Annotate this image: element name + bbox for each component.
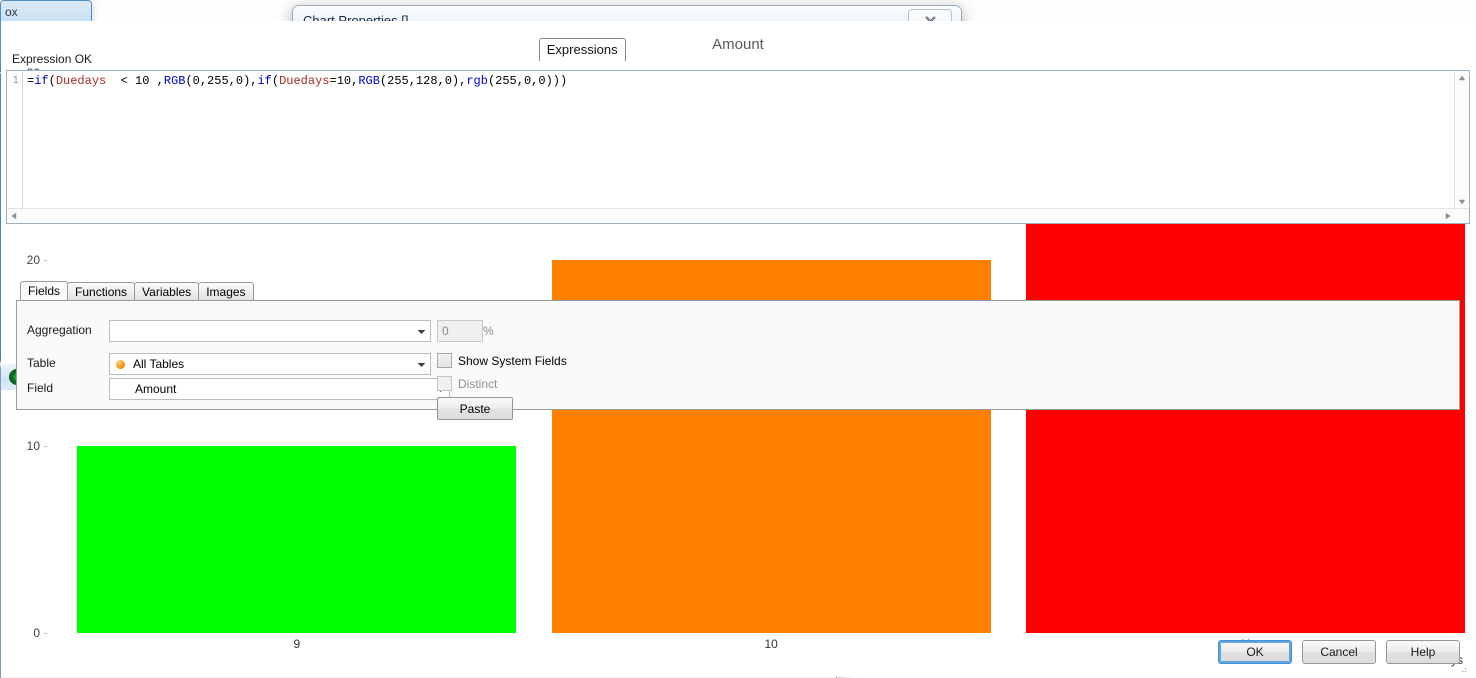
- aggregation-percent-input[interactable]: 0: [437, 320, 483, 342]
- builder-tabstrip: Fields Functions Variables Images: [16, 280, 1460, 300]
- expression-code[interactable]: =if(Duedays < 10 ,RGB(0,255,0),if(Dueday…: [27, 74, 1453, 88]
- distinct-checkbox[interactable]: Distinct: [437, 376, 497, 391]
- chevron-down-icon: [417, 357, 426, 371]
- expression-editor[interactable]: 1 =if(Duedays < 10 ,RGB(0,255,0),if(Dued…: [6, 70, 1470, 224]
- scroll-left-arrow-icon[interactable]: [9, 211, 19, 221]
- distinct-label: Distinct: [458, 376, 498, 391]
- edit-expression-window: Edit Expression: [0, 52, 1470, 678]
- paste-button[interactable]: Paste: [437, 397, 513, 420]
- resize-grip-icon[interactable]: [1457, 660, 1467, 673]
- show-system-fields-label: Show System Fields: [458, 353, 567, 368]
- table-select[interactable]: All Tables: [109, 353, 431, 375]
- editor-line-numbers: 1: [7, 71, 23, 223]
- field-label: Field: [27, 381, 54, 395]
- help-button[interactable]: Help: [1386, 640, 1460, 664]
- table-label: Table: [27, 356, 56, 370]
- expression-builder-panel: Fields Functions Variables Images Aggreg…: [16, 280, 1460, 420]
- field-value: Amount: [135, 382, 177, 396]
- tab-fields[interactable]: Fields: [20, 281, 69, 300]
- scroll-down-arrow-icon[interactable]: [1457, 197, 1467, 207]
- edit-expression-body: Expression OK 1 =if(Duedays < 10 ,RGB(0,…: [6, 48, 1470, 673]
- field-select[interactable]: Amount: [109, 378, 450, 400]
- ok-button[interactable]: OK: [1218, 640, 1292, 664]
- screen: Chart Properties [] General Dimensions D…: [0, 0, 1476, 678]
- editor-vertical-scrollbar[interactable]: [1454, 71, 1469, 209]
- chevron-down-icon: [417, 324, 426, 338]
- table-value: All Tables: [133, 357, 185, 371]
- orange-dot-icon: [116, 359, 125, 369]
- tab-images[interactable]: Images: [198, 282, 254, 300]
- cancel-button[interactable]: Cancel: [1302, 640, 1376, 664]
- checkbox-box-icon: [437, 353, 452, 368]
- percent-symbol: %: [483, 324, 494, 338]
- scroll-right-arrow-icon[interactable]: [1443, 211, 1453, 221]
- show-system-fields-checkbox[interactable]: Show System Fields: [437, 353, 567, 368]
- tab-expressions[interactable]: Expressions: [538, 38, 626, 61]
- tab-functions[interactable]: Functions: [67, 282, 136, 300]
- aggregation-select[interactable]: [109, 320, 431, 342]
- aggregation-label: Aggregation: [27, 323, 92, 337]
- expression-status: Expression OK: [12, 52, 93, 66]
- edit-expression-buttons: OK Cancel Help: [1218, 640, 1460, 664]
- background-listbox-title: ox: [1, 1, 91, 23]
- fields-tab-page: Aggregation Table All Tables Field Amoun…: [16, 300, 1460, 420]
- editor-horizontal-scrollbar[interactable]: [7, 208, 1469, 223]
- checkbox-box-icon: [437, 376, 452, 391]
- scroll-up-arrow-icon[interactable]: [1457, 73, 1467, 83]
- tab-variables[interactable]: Variables: [134, 282, 200, 300]
